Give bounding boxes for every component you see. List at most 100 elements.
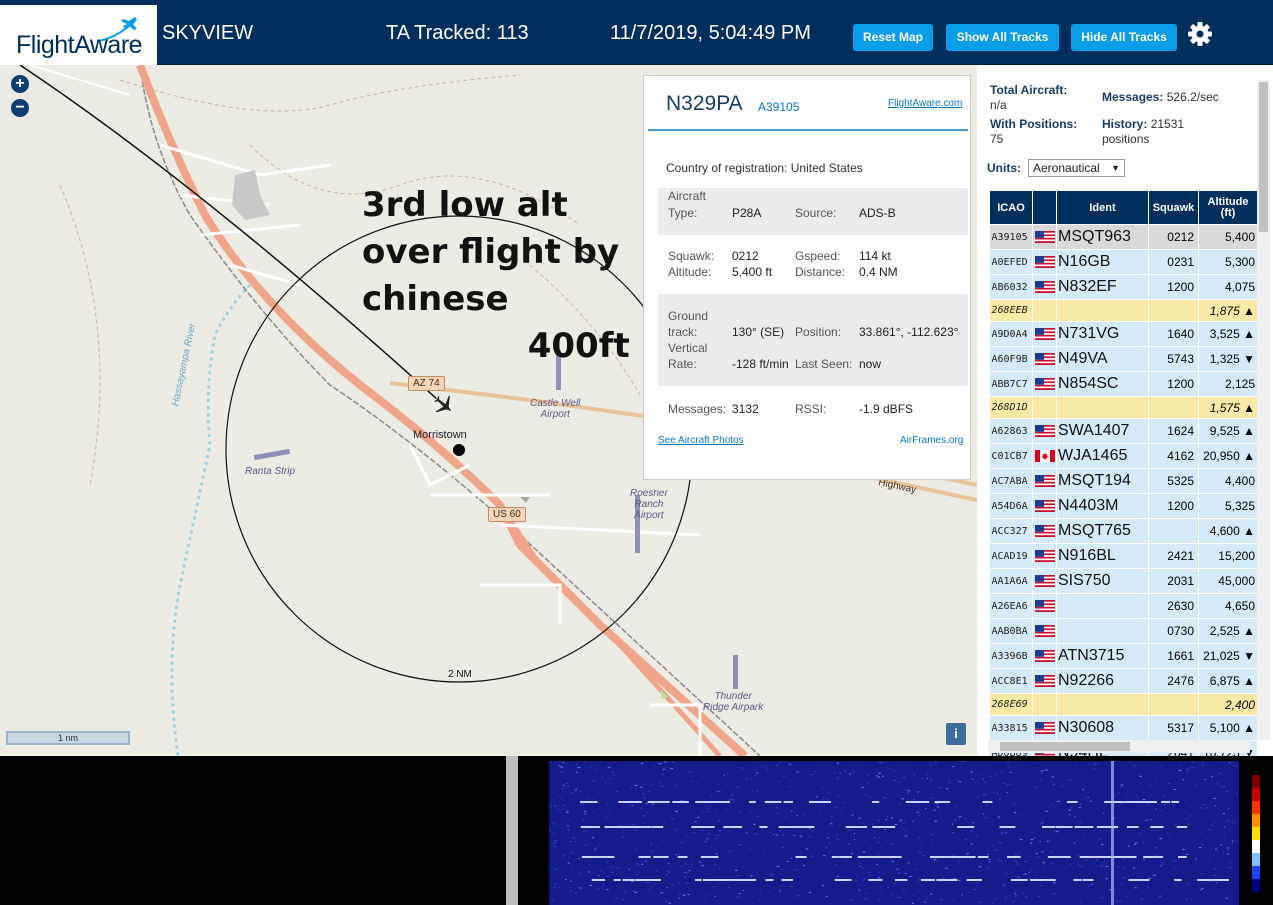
table-row[interactable]: AAB0BA 0730 2,525 ▲ <box>989 618 1258 644</box>
cell-ident: MSQT963 <box>1056 224 1149 250</box>
chevron-down-icon: ▼ <box>1111 163 1120 173</box>
cell-icao: A39105 <box>989 224 1033 250</box>
cell-ident: N92266 <box>1056 668 1149 694</box>
cell-ident: N854SC <box>1056 371 1149 397</box>
table-row[interactable]: A0EFED N16GB 0231 5,300 <box>989 249 1258 275</box>
table-row[interactable]: A9D0A4 N731VG 1640 3,525 ▲ <box>989 321 1258 347</box>
cell-ident: SIS750 <box>1056 568 1149 594</box>
gspeed-label: Gspeed: <box>795 249 841 263</box>
col-flag-header[interactable] <box>1032 190 1057 225</box>
cell-altitude: 45,000 <box>1198 568 1258 594</box>
col-icao-header[interactable]: ICAO <box>989 190 1033 225</box>
cell-ident: ATN3715 <box>1056 643 1149 669</box>
sdr-waterfall <box>518 761 1273 905</box>
us-flag-icon <box>1034 424 1055 437</box>
table-row[interactable]: A60F9B N49VA 5743 1,325 ▼ <box>989 346 1258 372</box>
flightaware-link[interactable]: FlightAware.com <box>888 98 962 109</box>
zoom-in-button[interactable]: + <box>11 75 29 93</box>
history-label: History: <box>1102 117 1148 131</box>
gear-icon[interactable] <box>1186 20 1214 48</box>
table-row[interactable]: A62863 SWA1407 1624 9,525 ▲ <box>989 418 1258 444</box>
list-horizontal-scroll-thumb[interactable] <box>1000 742 1130 751</box>
scale-bar: 1 nm <box>6 731 130 745</box>
table-row[interactable]: C01CB7 WJA1465 4162 20,950 ▲ <box>989 443 1258 469</box>
table-row[interactable]: A39105 MSQT963 0212 5,400 <box>989 224 1258 250</box>
units-select[interactable]: Aeronautical ▼ <box>1028 159 1125 177</box>
positions-stat: With Positions: 75 <box>990 117 1077 147</box>
flightaware-logo[interactable]: FlightAware <box>0 5 157 65</box>
cell-ident: N30608 <box>1056 715 1149 741</box>
cell-icao: A62863 <box>989 418 1033 444</box>
table-row[interactable]: AA1A6A SIS750 2031 45,000 <box>989 568 1258 594</box>
user-annotation: 3rd low alt over flight by chinese 400ft <box>362 185 630 366</box>
cell-flag <box>1032 468 1057 494</box>
cell-squawk: 2476 <box>1148 668 1199 694</box>
messages-stat: Messages: 526.2/sec <box>1102 90 1219 105</box>
cell-flag <box>1032 274 1057 300</box>
country-value: United States <box>790 161 863 175</box>
info-button[interactable]: i <box>946 723 966 745</box>
panel-divider[interactable] <box>506 756 518 905</box>
cell-icao: A26EA6 <box>989 593 1033 619</box>
cell-squawk: 5325 <box>1148 468 1199 494</box>
cell-ident: N49VA <box>1056 346 1149 372</box>
table-row[interactable]: ACC8E1 N92266 2476 6,875 ▲ <box>989 668 1258 694</box>
col-squawk-header[interactable]: Squawk <box>1148 190 1199 225</box>
aircraft-list-panel: Total Aircraft: n/a Messages: 526.2/sec … <box>977 65 1273 756</box>
col-ident-header[interactable]: Ident <box>1056 190 1149 225</box>
cell-altitude: 2,125 <box>1198 371 1258 397</box>
cell-icao: AC7ABA <box>989 468 1033 494</box>
table-row[interactable]: A33815 N30608 5317 5,100 ▲ <box>989 715 1258 741</box>
table-row[interactable]: 268E69 2,400 <box>989 693 1258 716</box>
cell-altitude: 5,300 <box>1198 249 1258 275</box>
airframes-link[interactable]: AirFrames.org <box>900 435 963 446</box>
us-flag-icon <box>1034 230 1055 243</box>
cell-flag <box>1032 249 1057 275</box>
zoom-out-button[interactable]: − <box>11 99 29 117</box>
cell-flag <box>1032 643 1057 669</box>
cell-altitude: 21,025 ▼ <box>1198 643 1258 669</box>
table-row[interactable]: ACC327 MSQT765 4,600 ▲ <box>989 518 1258 544</box>
positions-label: With Positions: <box>990 117 1078 131</box>
table-row[interactable]: 268EEB 1,875 ▲ <box>989 299 1258 322</box>
cell-ident: SWA1407 <box>1056 418 1149 444</box>
cell-ident <box>1056 396 1149 419</box>
cell-altitude: 20,950 ▲ <box>1198 443 1258 469</box>
cell-squawk: 5317 <box>1148 715 1199 741</box>
reset-map-button[interactable]: Reset Map <box>853 24 933 51</box>
cell-squawk: 1624 <box>1148 418 1199 444</box>
cell-icao: A0EFED <box>989 249 1033 275</box>
list-vertical-scroll-thumb[interactable] <box>1259 82 1268 232</box>
show-all-tracks-button[interactable]: Show All Tracks <box>946 24 1059 51</box>
cell-flag <box>1032 568 1057 594</box>
table-row[interactable]: AC7ABA MSQT194 5325 4,400 <box>989 468 1258 494</box>
lastseen-value: now <box>859 357 882 371</box>
table-row[interactable]: 268D1D 1,575 ▲ <box>989 396 1258 419</box>
cell-altitude: 5,100 ▲ <box>1198 715 1258 741</box>
squawk-value: 0212 <box>732 249 759 263</box>
popup-ident: N329PA <box>666 92 743 115</box>
top-bar: FlightAware SKYVIEW TA Tracked: 113 11/7… <box>0 0 1273 65</box>
cell-icao: ACC8E1 <box>989 668 1033 694</box>
table-row[interactable]: ACAD19 N916BL 2421 15,200 <box>989 543 1258 569</box>
table-row[interactable]: A54D6A N4403M 1200 5,325 <box>989 493 1258 519</box>
cell-squawk: 2630 <box>1148 593 1199 619</box>
aircraft-photos-link[interactable]: See Aircraft Photos <box>658 435 744 446</box>
table-row[interactable]: A26EA6 2630 4,650 <box>989 593 1258 619</box>
col-altitude-header[interactable]: Altitude (ft) <box>1198 190 1258 225</box>
units-select-value: Aeronautical <box>1033 161 1100 175</box>
cell-flag <box>1032 693 1057 716</box>
cell-flag <box>1032 443 1057 469</box>
cell-altitude: 4,600 ▲ <box>1198 518 1258 544</box>
table-row[interactable]: AB6032 N832EF 1200 4,075 <box>989 274 1258 300</box>
table-row[interactable]: ABB7C7 N854SC 1200 2,125 <box>989 371 1258 397</box>
table-row[interactable]: A3396B ATN3715 1661 21,025 ▼ <box>989 643 1258 669</box>
source-label: Source: <box>795 206 837 220</box>
cell-flag <box>1032 518 1057 544</box>
cell-squawk <box>1148 299 1199 322</box>
hide-all-tracks-button[interactable]: Hide All Tracks <box>1071 24 1177 51</box>
cell-icao: ACAD19 <box>989 543 1033 569</box>
cell-altitude: 2,400 <box>1198 693 1258 716</box>
cell-ident: N731VG <box>1056 321 1149 347</box>
cell-squawk: 0212 <box>1148 224 1199 250</box>
